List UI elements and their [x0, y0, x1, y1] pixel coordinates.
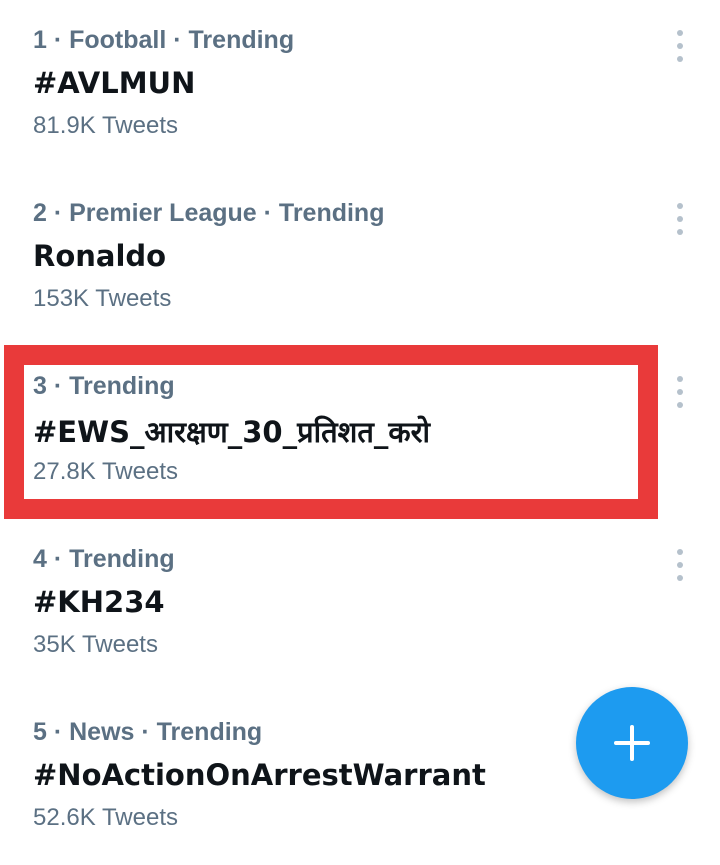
highlight-box [4, 345, 658, 519]
plus-icon-bar [614, 741, 650, 745]
trend-tweet-count: 52.6K Tweets [33, 804, 178, 831]
trend-title: Ronaldo [33, 239, 167, 273]
more-options-icon[interactable] [668, 376, 692, 408]
trend-title: #AVLMUN [33, 66, 196, 100]
more-options-icon[interactable] [668, 30, 692, 62]
trend-item-1[interactable]: 1 · Football · Trending #AVLMUN 81.9K Tw… [0, 0, 720, 173]
trend-tweet-count: 35K Tweets [33, 631, 158, 658]
trend-title: #NoActionOnArrestWarrant [33, 758, 486, 792]
trend-item-2[interactable]: 2 · Premier League · Trending Ronaldo 15… [0, 173, 720, 346]
trend-meta: 5 · News · Trending [33, 718, 263, 746]
trend-tweet-count: 153K Tweets [33, 285, 172, 312]
trend-title: #KH234 [33, 585, 165, 619]
more-options-icon[interactable] [668, 549, 692, 581]
trend-item-4[interactable]: 4 · Trending #KH234 35K Tweets [0, 519, 720, 692]
trend-meta: 1 · Football · Trending [33, 26, 295, 54]
trend-meta: 2 · Premier League · Trending [33, 199, 385, 227]
more-options-icon[interactable] [668, 203, 692, 235]
compose-tweet-button[interactable] [576, 687, 688, 799]
trend-tweet-count: 81.9K Tweets [33, 112, 178, 139]
trend-meta: 4 · Trending [33, 545, 175, 573]
